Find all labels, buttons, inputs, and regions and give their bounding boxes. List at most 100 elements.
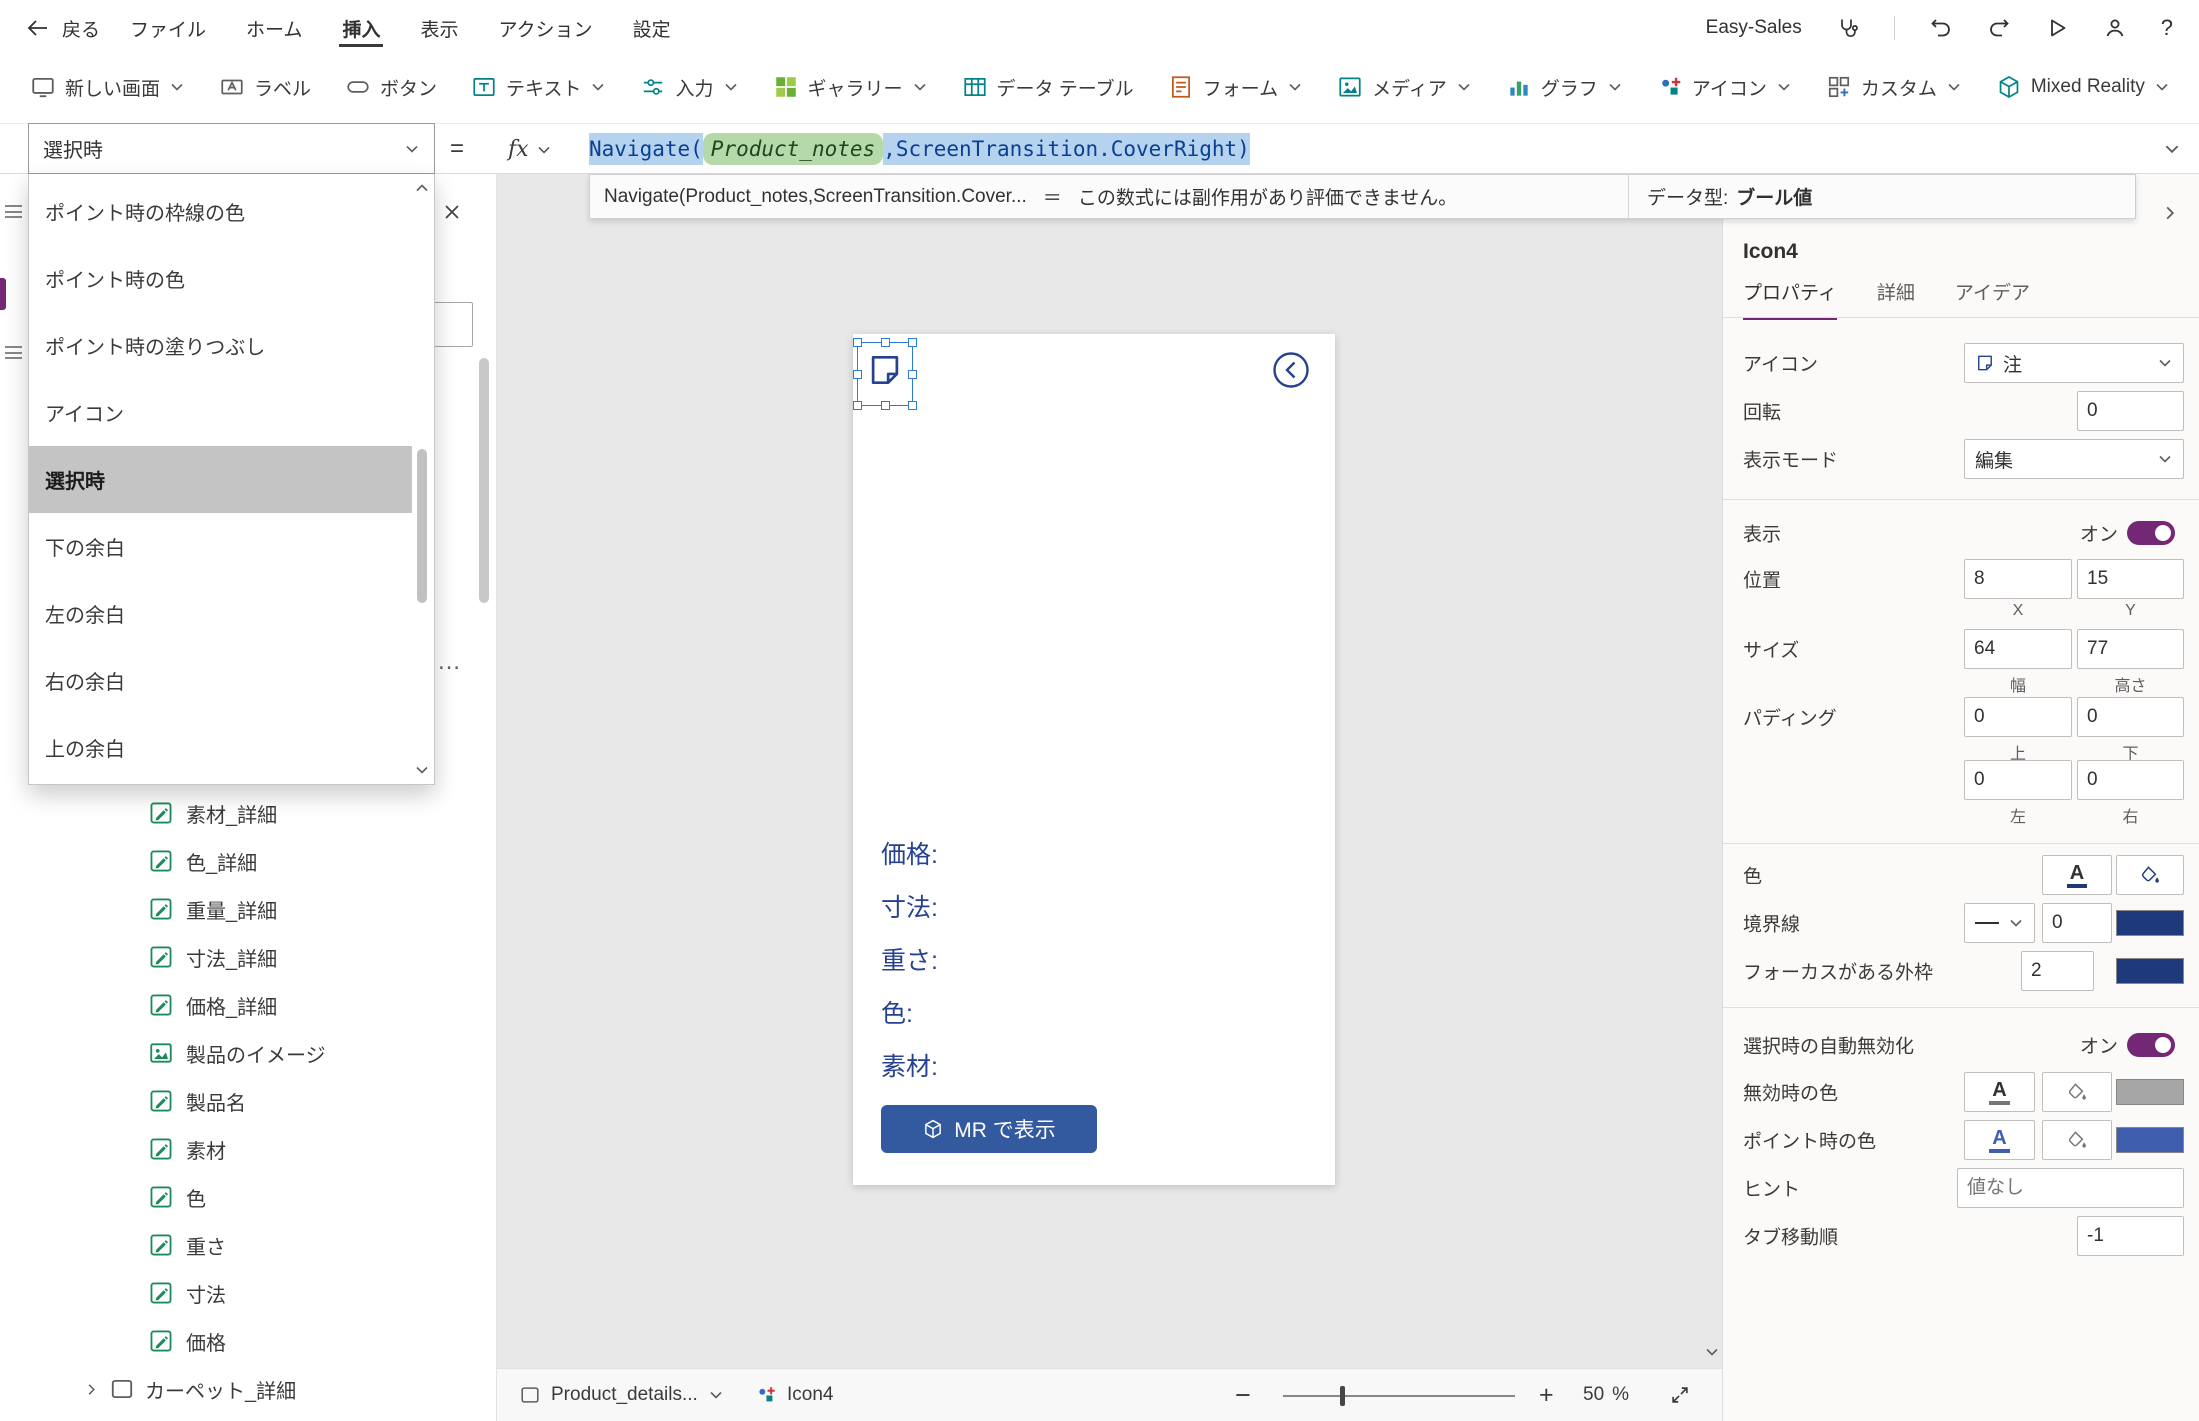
dropdown-item[interactable]: 左の余白 — [29, 580, 412, 647]
padding-right-input[interactable] — [2077, 760, 2184, 800]
view-in-mr-button[interactable]: MR で表示 — [881, 1105, 1097, 1153]
ribbon-data-table[interactable]: データ テーブル — [962, 74, 1134, 101]
menu-action[interactable]: アクション — [499, 0, 593, 56]
tab-advanced[interactable]: 詳細 — [1877, 278, 1915, 320]
disabled-font-color-button[interactable]: A — [1964, 1072, 2035, 1112]
hover-fill-button[interactable] — [2042, 1120, 2112, 1160]
icon-dropdown[interactable]: 注 — [1964, 343, 2184, 383]
dropdown-item[interactable]: ポイント時の塗りつぶし — [29, 312, 412, 379]
dropdown-item[interactable]: 上の余白 — [29, 714, 412, 781]
ribbon-label-control[interactable]: ラベル — [219, 74, 311, 101]
tab-index-input[interactable] — [2077, 1216, 2184, 1256]
border-width-input[interactable] — [2042, 903, 2112, 943]
position-y-input[interactable] — [2077, 559, 2184, 599]
tree-item[interactable]: 色 — [0, 1173, 496, 1221]
tree-item[interactable]: 色_詳細 — [0, 837, 496, 885]
account-icon[interactable] — [2103, 16, 2127, 40]
menu-file[interactable]: ファイル — [130, 0, 206, 56]
item-overflow-menu[interactable]: … — [437, 648, 463, 676]
ribbon-new-screen[interactable]: 新しい画面 — [30, 74, 185, 101]
tree-item[interactable]: 価格 — [0, 1317, 496, 1365]
ribbon-text[interactable]: テキスト — [471, 74, 606, 101]
fullscreen-icon[interactable] — [1669, 1384, 1691, 1406]
auto-disable-toggle[interactable] — [2127, 1033, 2175, 1057]
visible-toggle[interactable] — [2127, 521, 2175, 545]
position-x-input[interactable] — [1964, 559, 2072, 599]
tree-view-rail-icon[interactable] — [5, 205, 22, 218]
scrollbar-thumb[interactable] — [417, 449, 427, 603]
weight-label[interactable]: 重さ: — [881, 932, 938, 985]
resize-handle[interactable] — [908, 338, 917, 347]
ribbon-button-control[interactable]: ボタン — [345, 74, 437, 101]
tree-item-screen[interactable]: カーペット_詳細 — [0, 1365, 496, 1413]
ribbon-gallery[interactable]: ギャラリー — [773, 74, 928, 101]
back-button[interactable]: 戻る — [26, 15, 100, 42]
border-style-dropdown[interactable] — [1964, 903, 2035, 943]
property-selector[interactable]: 選択時 — [28, 123, 435, 174]
panel-collapse-icon[interactable] — [2161, 204, 2179, 222]
display-mode-dropdown[interactable]: 編集 — [1964, 439, 2184, 479]
resize-handle[interactable] — [908, 370, 917, 379]
formula-input[interactable]: Navigate(Product_notes,ScreenTransition.… — [589, 124, 1250, 173]
tab-ideas[interactable]: アイデア — [1955, 278, 2030, 320]
canvas-screen[interactable]: 価格: 寸法: 重さ: 色: 素材: MR で表示 — [853, 334, 1335, 1185]
tree-item[interactable]: 製品のイメージ — [0, 1029, 496, 1077]
redo-icon[interactable] — [1987, 16, 2011, 40]
zoom-out-button[interactable]: − — [1235, 1369, 1251, 1421]
disabled-color-swatch[interactable] — [2116, 1079, 2184, 1105]
tooltip-input[interactable] — [1957, 1168, 2184, 1208]
menu-insert[interactable]: 挿入 — [342, 0, 380, 56]
close-icon[interactable] — [442, 202, 462, 222]
fill-color-button[interactable] — [2116, 855, 2184, 895]
tree-item[interactable]: 重量_詳細 — [0, 885, 496, 933]
tree-item[interactable]: 価格_詳細 — [0, 981, 496, 1029]
resize-handle[interactable] — [853, 370, 862, 379]
tree-item[interactable]: 寸法 — [0, 1269, 496, 1317]
hover-color-swatch[interactable] — [2116, 1127, 2184, 1153]
material-label[interactable]: 素材: — [881, 1038, 938, 1091]
menu-home[interactable]: ホーム — [246, 0, 302, 56]
dropdown-item[interactable]: 右の余白 — [29, 647, 412, 714]
dropdown-item[interactable]: ポイント時の色 — [29, 245, 412, 312]
padding-left-input[interactable] — [1964, 760, 2072, 800]
ribbon-chart[interactable]: グラフ — [1506, 74, 1623, 101]
note-icon[interactable] — [866, 351, 904, 389]
rotation-input[interactable] — [2077, 391, 2184, 431]
resize-handle[interactable] — [853, 401, 862, 410]
screen-selector[interactable]: Product_details... — [519, 1369, 724, 1421]
dropdown-item[interactable]: 下の余白 — [29, 513, 412, 580]
ribbon-form[interactable]: フォーム — [1168, 74, 1303, 101]
dropdown-item[interactable]: アイコン — [29, 379, 412, 446]
padding-bottom-input[interactable] — [2077, 697, 2184, 737]
help-icon[interactable]: ? — [2161, 15, 2173, 41]
resize-handle[interactable] — [881, 338, 890, 347]
color-label[interactable]: 色: — [881, 985, 938, 1038]
ribbon-input[interactable]: 入力 — [640, 74, 738, 101]
tab-properties[interactable]: プロパティ — [1743, 278, 1837, 320]
ribbon-custom[interactable]: カスタム — [1826, 74, 1962, 101]
tree-item[interactable]: 製品名 — [0, 1077, 496, 1125]
border-color-swatch[interactable] — [2116, 910, 2184, 936]
chevron-right-icon[interactable] — [84, 1382, 99, 1397]
height-input[interactable] — [2077, 629, 2184, 669]
ribbon-icons[interactable]: アイコン — [1657, 74, 1792, 101]
resize-handle[interactable] — [881, 401, 890, 410]
tree-scrollbar-thumb[interactable] — [479, 358, 489, 603]
canvas-scroll-down-icon[interactable] — [1704, 1344, 1720, 1360]
formula-expand-button[interactable] — [2163, 124, 2181, 173]
rail-list-icon[interactable] — [5, 346, 22, 359]
tree-item[interactable]: 寸法_詳細 — [0, 933, 496, 981]
undo-icon[interactable] — [1929, 16, 1953, 40]
fx-button[interactable]: fx — [498, 131, 562, 168]
selected-control-indicator[interactable]: Icon4 — [755, 1369, 833, 1421]
ribbon-media[interactable]: メディア — [1337, 74, 1472, 101]
menu-settings[interactable]: 設定 — [633, 0, 671, 56]
ribbon-mixed-reality[interactable]: Mixed Reality — [1996, 74, 2170, 100]
zoom-slider-track[interactable] — [1283, 1395, 1515, 1397]
resize-handle[interactable] — [908, 401, 917, 410]
focus-border-color-swatch[interactable] — [2116, 958, 2184, 984]
tree-item[interactable]: 素材 — [0, 1125, 496, 1173]
scroll-down-icon[interactable] — [414, 762, 430, 778]
tree-item[interactable]: 素材_詳細 — [0, 789, 496, 837]
zoom-in-button[interactable]: + — [1539, 1369, 1554, 1421]
